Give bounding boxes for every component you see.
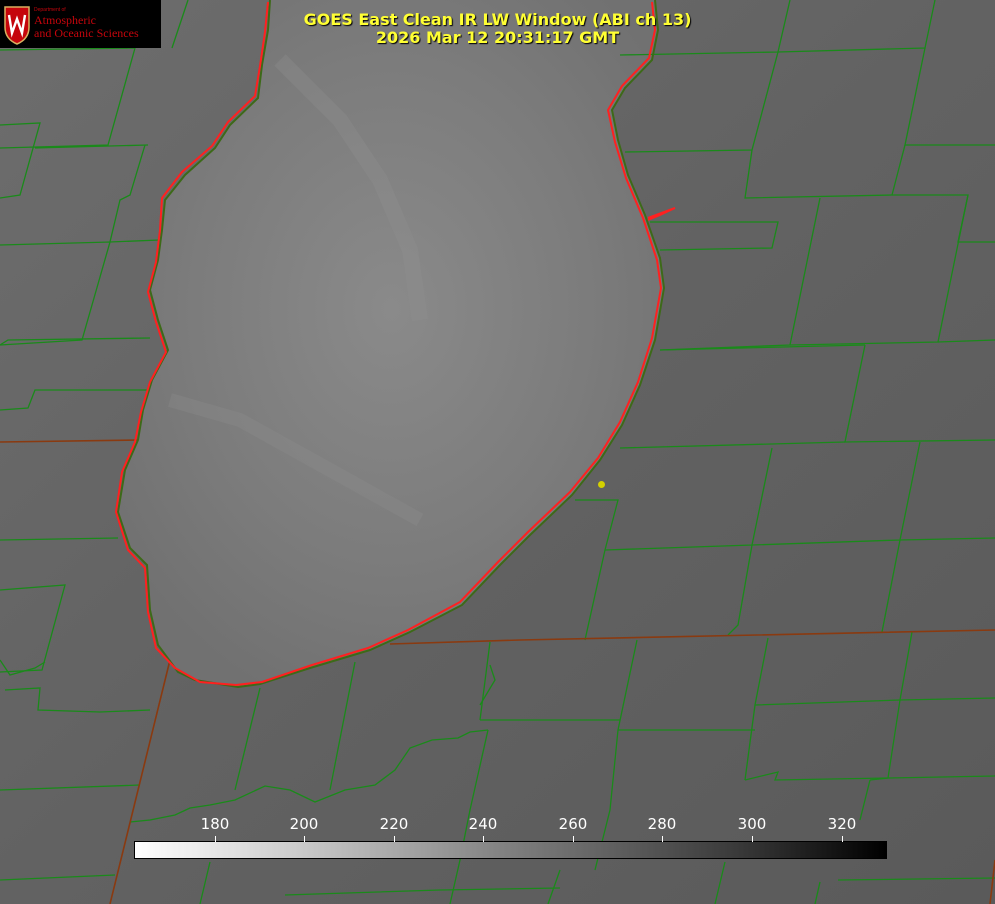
colorbar-tick-mark: [394, 836, 395, 842]
colorbar-tick-mark: [752, 836, 753, 842]
image-title: GOES East Clean IR LW Window (ABI ch 13)…: [0, 11, 995, 47]
title-timestamp: 2026 Mar 12 20:31:17 GMT: [375, 28, 620, 47]
colorbar-tick-label: 300: [737, 815, 767, 833]
colorbar-tick-mark: [215, 836, 216, 842]
colorbar-tick-mark: [662, 836, 663, 842]
colorbar-gradient: [134, 841, 887, 859]
colorbar-tick-mark: [483, 836, 484, 842]
colorbar-tick-mark: [573, 836, 574, 842]
colorbar-tick-label: 220: [379, 815, 409, 833]
title-line1: GOES East Clean IR LW Window (ABI ch 13): [303, 10, 692, 29]
satellite-map: [0, 0, 995, 904]
colorbar-tick-mark: [842, 836, 843, 842]
colorbar-tick-mark: [304, 836, 305, 842]
colorbar-tick-label: 280: [647, 815, 677, 833]
colorbar-tick-label: 180: [200, 815, 230, 833]
colorbar-tick-label: 240: [468, 815, 498, 833]
colorbar-tick-label: 320: [827, 815, 857, 833]
colorbar-tick-label: 200: [289, 815, 319, 833]
colorbar-tick-label: 260: [558, 815, 588, 833]
station-marker: [598, 481, 605, 488]
